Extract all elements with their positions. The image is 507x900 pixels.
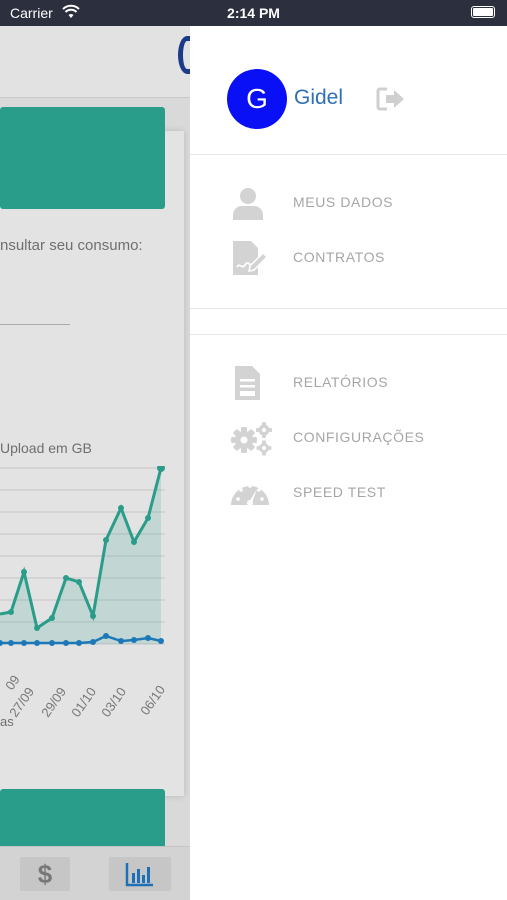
x-label-3: 01/10 xyxy=(68,684,99,719)
menu-item-meus-dados[interactable]: MEUS DADOS xyxy=(190,181,507,225)
avatar[interactable]: G xyxy=(227,69,287,129)
report-icon xyxy=(235,366,260,400)
divider xyxy=(190,308,507,309)
menu-item-configuracoes[interactable]: CONFIGURAÇÕES xyxy=(190,416,507,460)
menu-item-speed-test[interactable]: SPEED TEST xyxy=(190,471,507,515)
contract-icon xyxy=(233,241,266,275)
user-icon xyxy=(233,188,263,220)
consumption-action-button[interactable] xyxy=(0,107,165,209)
speedometer-icon xyxy=(231,484,269,506)
chart-title: Upload em GB xyxy=(0,440,92,456)
x-label-2: 29/09 xyxy=(38,684,69,719)
gears-icon xyxy=(231,422,272,456)
period-input-underline[interactable] xyxy=(0,324,70,325)
menu-label: SPEED TEST xyxy=(293,484,386,500)
background-header xyxy=(0,26,190,98)
tab-consumption[interactable] xyxy=(109,857,171,891)
clock: 2:14 PM xyxy=(227,5,280,21)
brand-logo-icon xyxy=(178,36,190,74)
menu-item-contratos[interactable]: CONTRATOS xyxy=(190,236,507,280)
menu-item-relatorios[interactable]: RELATÓRIOS xyxy=(190,361,507,405)
menu-label: RELATÓRIOS xyxy=(293,374,389,390)
status-bar: Carrier 2:14 PM xyxy=(0,0,507,26)
menu-label: MEUS DADOS xyxy=(293,194,394,210)
side-drawer: G Gidel MEUS DADOS CONTRATOS RELATÓRIOS xyxy=(190,26,507,900)
x-label-5: 06/10 xyxy=(137,682,168,717)
secondary-action-button[interactable] xyxy=(0,789,165,849)
menu-label: CONTRATOS xyxy=(293,249,385,265)
battery-icon xyxy=(471,6,495,18)
bar-chart-icon xyxy=(125,863,153,887)
logout-icon[interactable] xyxy=(376,86,406,112)
consult-consumption-text: nsultar seu consumo: xyxy=(0,237,143,254)
menu-label: CONFIGURAÇÕES xyxy=(293,429,425,445)
divider xyxy=(190,334,507,335)
background-screen[interactable]: nsultar seu consumo: Upload em GB 09 27/… xyxy=(0,26,190,900)
dollar-icon: $ xyxy=(37,859,53,889)
divider xyxy=(190,154,507,155)
x-label-0: 09 xyxy=(2,672,23,692)
user-name[interactable]: Gidel xyxy=(294,86,343,110)
x-label-4: 03/10 xyxy=(98,684,129,719)
bottom-tab-bar: $ xyxy=(0,846,190,900)
tab-financial[interactable]: $ xyxy=(20,857,70,891)
usage-chart: 09 27/09 29/09 01/10 03/10 06/10 xyxy=(0,466,168,720)
chart-footer-text: as xyxy=(0,714,14,729)
